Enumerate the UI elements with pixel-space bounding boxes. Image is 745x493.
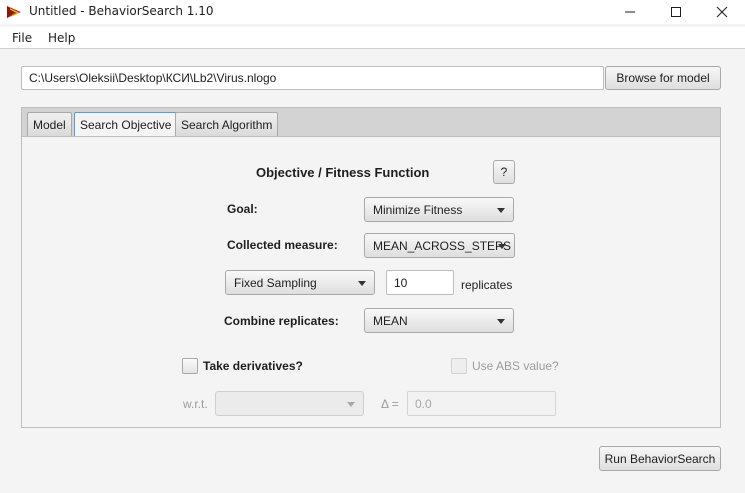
window-title: Untitled - BehaviorSearch 1.10 <box>29 4 214 18</box>
close-icon <box>716 6 728 18</box>
wrt-select[interactable] <box>215 391 364 416</box>
use-abs-label: Use ABS value? <box>472 359 559 373</box>
browse-model-button[interactable]: Browse for model <box>605 66 721 90</box>
combine-replicates-label: Combine replicates: <box>224 314 339 328</box>
goal-label: Goal: <box>227 202 258 216</box>
model-path-input[interactable]: C:\Users\Oleksii\Desktop\КСИ\Lb2\Virus.n… <box>21 66 604 90</box>
chevron-down-icon <box>497 208 505 213</box>
menu-bar: File Help <box>0 27 745 49</box>
use-abs-checkbox[interactable] <box>451 358 467 374</box>
menu-help[interactable]: Help <box>48 31 75 45</box>
combine-replicates-select[interactable]: MEAN <box>364 308 514 333</box>
collected-measure-value: MEAN_ACROSS_STEPS <box>373 239 512 253</box>
take-derivatives-label: Take derivatives? <box>203 359 303 373</box>
help-button[interactable]: ? <box>493 160 515 184</box>
sampling-select-value: Fixed Sampling <box>234 276 317 290</box>
delta-input[interactable]: 0.0 <box>407 391 556 416</box>
chevron-down-icon <box>358 281 366 286</box>
chevron-down-icon <box>347 402 355 407</box>
goal-select-value: Minimize Fitness <box>373 203 463 217</box>
tab-search-algorithm[interactable]: Search Algorithm <box>175 112 279 136</box>
menu-file[interactable]: File <box>12 31 32 45</box>
close-button[interactable] <box>699 0 745 24</box>
wrt-label: w.r.t. <box>183 397 208 411</box>
sampling-select[interactable]: Fixed Sampling <box>225 270 375 295</box>
collected-measure-label: Collected measure: <box>227 238 338 252</box>
run-behaviorsearch-button[interactable]: Run BehaviorSearch <box>599 446 721 471</box>
maximize-icon <box>671 7 681 17</box>
behaviorsearch-logo-icon <box>6 4 22 20</box>
tab-search-objective[interactable]: Search Objective <box>74 112 178 136</box>
objective-heading: Objective / Fitness Function <box>256 165 430 180</box>
combine-replicates-value: MEAN <box>373 314 408 328</box>
minimize-icon <box>625 11 635 13</box>
replicates-input[interactable]: 10 <box>386 270 454 295</box>
title-bar: Untitled - BehaviorSearch 1.10 <box>0 0 745 24</box>
replicates-label: replicates <box>461 278 513 292</box>
take-derivatives-checkbox[interactable] <box>182 358 198 374</box>
chevron-down-icon <box>497 319 505 324</box>
collected-measure-select[interactable]: MEAN_ACROSS_STEPS <box>364 233 515 258</box>
tab-model[interactable]: Model <box>27 112 72 136</box>
delta-label: Δ = <box>381 397 399 411</box>
goal-select[interactable]: Minimize Fitness <box>364 197 514 222</box>
minimize-button[interactable] <box>607 0 653 24</box>
chevron-down-icon <box>498 244 506 249</box>
maximize-button[interactable] <box>653 0 699 24</box>
